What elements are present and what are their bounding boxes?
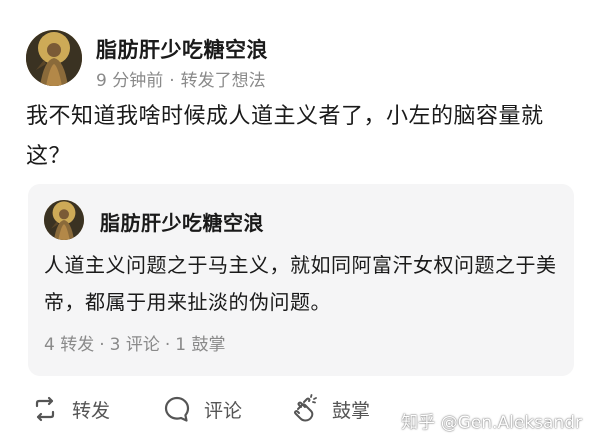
clap-button[interactable]: 鼓掌 [290, 394, 370, 424]
quoted-repost-count: 4 转发 [44, 335, 95, 355]
post-time: 9 分钟前 [96, 71, 164, 91]
repost-button[interactable]: 转发 [30, 394, 110, 424]
author-avatar[interactable] [26, 30, 82, 86]
quoted-comment-count: 3 评论 [109, 335, 160, 355]
stats-separator: · [164, 335, 171, 355]
repost-label: 转发 [72, 399, 111, 422]
comment-icon [164, 396, 190, 422]
comment-label: 评论 [204, 399, 243, 422]
stats-separator: · [99, 335, 105, 355]
quoted-stats: 4 转发 · 3 评论 · 1 鼓掌 [44, 330, 226, 355]
quoted-text: 人道主义问题之于马主义，就如同阿富汗女权问题之于美帝，都属于用来扯淡的伪问题。 [44, 253, 557, 314]
clap-icon [294, 394, 317, 422]
quoted-author-name[interactable]: 脂肪肝少吃糖空浪 [100, 207, 264, 236]
quoted-post[interactable]: 脂肪肝少吃糖空浪 人道主义问题之于马主义，就如同阿富汗女权问题之于美帝，都属于用… [28, 184, 574, 376]
post-card: 脂肪肝少吃糖空浪 9 分钟前 · 转发了想法 我不知道我啥时候成人道主义者了，小左的… [0, 0, 600, 445]
watermark: 知乎 @Gen.Aleksandr [401, 413, 582, 433]
author-name[interactable]: 脂肪肝少吃糖空浪 [96, 34, 268, 64]
clap-label: 鼓掌 [332, 399, 371, 422]
comment-button[interactable]: 评论 [162, 394, 242, 424]
quoted-clap-count: 1 鼓掌 [175, 335, 226, 355]
post-action-type: 转发了想法 [180, 71, 266, 91]
meta-separator: · [169, 71, 175, 91]
quoted-author-avatar[interactable] [44, 200, 84, 240]
post-text: 我不知道我啥时候成人道主义者了，小左的脑容量就这？ [26, 104, 544, 169]
repost-icon [35, 396, 55, 422]
post-meta: 9 分钟前 · 转发了想法 [96, 66, 266, 91]
